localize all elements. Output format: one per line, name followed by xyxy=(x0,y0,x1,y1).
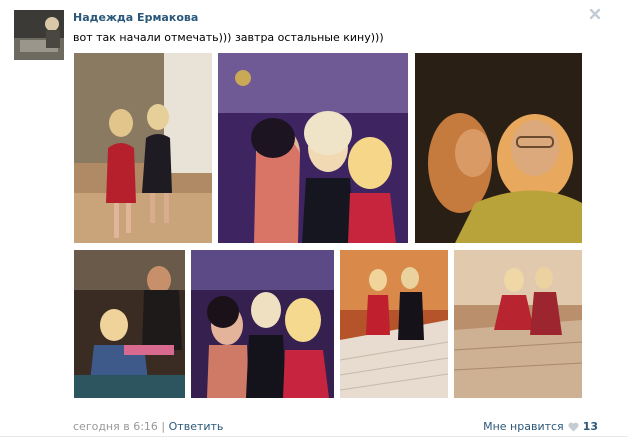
author-name-link[interactable]: Надежда Ермакова xyxy=(73,11,198,24)
photo-thumbnail[interactable] xyxy=(340,250,448,398)
post-text: вот так начали отмечать))) завтра осталь… xyxy=(73,31,384,44)
like-label: Мне нравится xyxy=(483,420,564,433)
photo-thumbnail[interactable] xyxy=(454,250,582,398)
like-button[interactable]: Мне нравится 13 xyxy=(483,420,598,433)
meta-separator: | xyxy=(161,420,166,433)
post-timestamp[interactable]: сегодня в 6:16 xyxy=(73,420,158,433)
close-icon[interactable] xyxy=(588,7,602,21)
heart-icon xyxy=(568,422,579,432)
post-meta: сегодня в 6:16 | Ответить xyxy=(73,420,223,433)
photo-thumbnail[interactable] xyxy=(415,53,582,243)
author-avatar[interactable] xyxy=(14,10,64,60)
like-count: 13 xyxy=(582,420,598,433)
photo-thumbnail[interactable] xyxy=(191,250,334,398)
wall-post: Надежда Ермакова вот так начали отмечать… xyxy=(0,0,628,437)
photo-thumbnail[interactable] xyxy=(218,53,408,243)
photo-thumbnail[interactable] xyxy=(74,250,185,398)
reply-link[interactable]: Ответить xyxy=(169,420,224,433)
photo-thumbnail[interactable] xyxy=(74,53,212,243)
